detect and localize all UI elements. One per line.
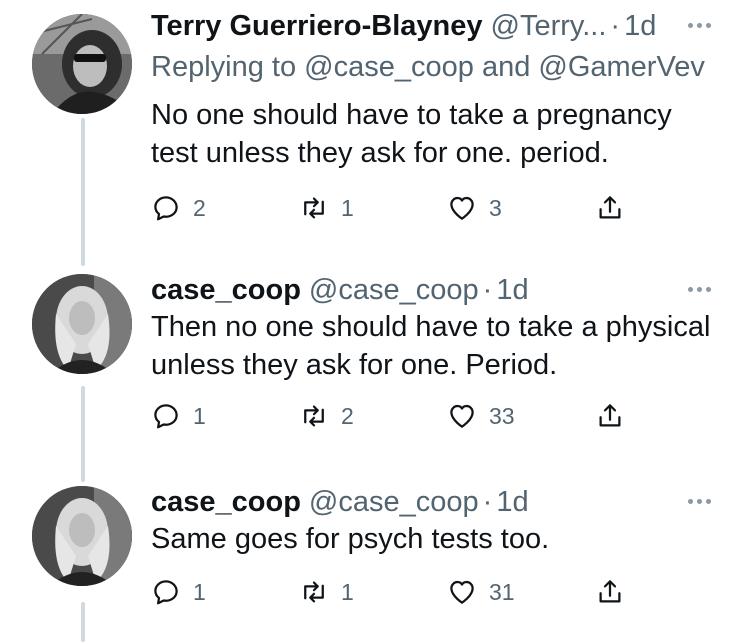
heart-icon: [450, 404, 474, 428]
avatar[interactable]: [32, 486, 132, 586]
separator-dot: ·: [482, 274, 493, 306]
replying-to-line: Replying to @case_coop and @GamerVev: [151, 48, 705, 86]
reply-icon: [154, 196, 178, 221]
avatar[interactable]: [32, 14, 132, 114]
dot-icon: [706, 22, 711, 28]
share-icon: [599, 404, 621, 427]
more-options-button[interactable]: [688, 494, 714, 508]
reply-count: 2: [193, 194, 206, 221]
user-handle[interactable]: @case_coop: [309, 270, 479, 310]
mention-link[interactable]: @case_coop: [304, 51, 474, 83]
reply-button[interactable]: 1: [151, 572, 206, 612]
share-button[interactable]: [595, 188, 625, 228]
retweet-icon: [304, 405, 324, 427]
avatar-photo: [32, 14, 132, 114]
display-name[interactable]: Terry Guerriero-Blayney: [151, 6, 483, 46]
reply-icon: [154, 580, 178, 605]
like-button[interactable]: 33: [447, 396, 515, 436]
reply-button[interactable]: 1: [151, 396, 206, 436]
reply-count: 1: [193, 402, 206, 429]
retweet-icon: [304, 581, 324, 603]
like-count: 33: [489, 402, 515, 429]
tweet-text: Then no one should have to take a physic…: [151, 311, 711, 381]
reply-button[interactable]: 2: [151, 188, 206, 228]
like-count: 31: [489, 578, 515, 605]
reply-count: 1: [193, 578, 206, 605]
display-name[interactable]: case_coop: [151, 270, 301, 310]
retweet-count: 2: [341, 402, 354, 429]
dot-icon: [706, 498, 711, 504]
like-button[interactable]: 3: [447, 188, 502, 228]
tweet[interactable]: case_coop @case_coop · 1d Then no one sh…: [0, 270, 750, 450]
dot-icon: [697, 22, 702, 28]
retweet-icon: [304, 197, 324, 219]
separator-dot: ·: [482, 486, 493, 518]
display-name[interactable]: case_coop: [151, 482, 301, 522]
avatar-photo: [32, 486, 132, 586]
retweet-count: 1: [341, 194, 354, 221]
tweet[interactable]: case_coop @case_coop · 1d Same goes for …: [0, 482, 750, 634]
timestamp[interactable]: 1d: [496, 270, 528, 310]
tweet[interactable]: Terry Guerriero-Blayney @Terry... · 1d R…: [0, 6, 750, 246]
tweet-actions: 1 2 33: [151, 396, 641, 436]
more-options-button[interactable]: [688, 18, 714, 32]
avatar-photo: [32, 274, 132, 374]
replying-to-and: and: [481, 51, 531, 83]
mention-link[interactable]: @GamerVev: [538, 51, 704, 83]
heart-icon: [450, 196, 474, 220]
like-button[interactable]: 31: [447, 572, 515, 612]
tweet-header: case_coop @case_coop · 1d: [151, 482, 529, 522]
share-button[interactable]: [595, 396, 625, 436]
heart-icon: [450, 580, 474, 604]
tweet-actions: 1 1 31: [151, 572, 641, 612]
dot-icon: [688, 22, 693, 28]
retweet-button[interactable]: 1: [299, 188, 354, 228]
avatar[interactable]: [32, 274, 132, 374]
user-handle[interactable]: @Terry...: [491, 6, 607, 46]
dot-icon: [697, 286, 702, 292]
tweet-text: No one should have to take a pregnancy t…: [151, 99, 672, 169]
share-button[interactable]: [595, 572, 625, 612]
reply-icon: [154, 404, 178, 429]
dot-icon: [697, 498, 702, 504]
share-icon: [599, 580, 621, 603]
timestamp[interactable]: 1d: [624, 6, 656, 46]
timestamp[interactable]: 1d: [496, 482, 528, 522]
tweet-text: Same goes for psych tests too.: [151, 523, 550, 555]
tweet-actions: 2 1 3: [151, 188, 641, 228]
retweet-count: 1: [341, 578, 354, 605]
like-count: 3: [489, 194, 502, 221]
dot-icon: [688, 498, 693, 504]
more-options-button[interactable]: [688, 282, 714, 296]
separator-dot: ·: [610, 10, 621, 42]
replying-to-prefix: Replying to: [151, 51, 297, 83]
user-handle[interactable]: @case_coop: [309, 482, 479, 522]
share-icon: [599, 196, 621, 219]
dot-icon: [706, 286, 711, 292]
tweet-header: case_coop @case_coop · 1d: [151, 270, 529, 310]
tweet-header: Terry Guerriero-Blayney @Terry... · 1d: [151, 6, 656, 46]
dot-icon: [688, 286, 693, 292]
retweet-button[interactable]: 2: [299, 396, 354, 436]
retweet-button[interactable]: 1: [299, 572, 354, 612]
